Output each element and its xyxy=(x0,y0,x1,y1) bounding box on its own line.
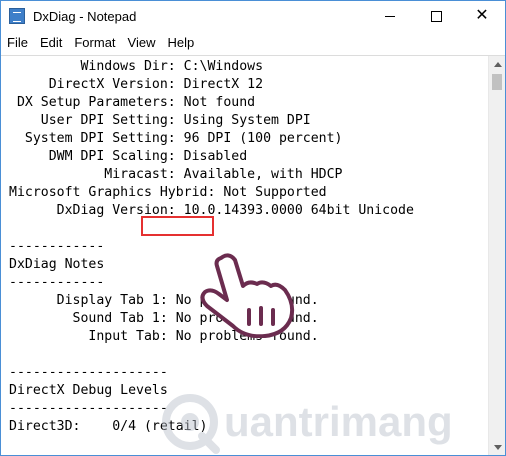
text-line: -------------------- xyxy=(9,401,168,416)
menu-view[interactable]: View xyxy=(122,35,162,50)
notepad-window: DxDiag - Notepad ✕ File Edit Format View… xyxy=(0,0,506,456)
text-line: User DPI Setting: Using System DPI xyxy=(9,113,311,128)
watermark-text: uantrimang xyxy=(224,398,453,445)
text-line: DWM DPI Scaling: Disabled xyxy=(9,149,248,164)
text-line: -------------------- xyxy=(9,365,168,380)
text-line: Windows Dir: C:\Windows xyxy=(9,59,264,74)
maximize-icon xyxy=(430,10,442,22)
text-line: Miracast: Available, with HDCP xyxy=(9,167,343,182)
menu-bar: File Edit Format View Help xyxy=(1,31,505,53)
editor: Windows Dir: C:\Windows DirectX Version:… xyxy=(1,55,505,455)
text-line: DirectX Debug Levels xyxy=(9,383,168,398)
text-line: Microsoft Graphics Hybrid: Not Supported xyxy=(9,185,327,200)
title-bar[interactable]: DxDiag - Notepad ✕ xyxy=(1,1,505,31)
scroll-down-button[interactable] xyxy=(489,439,505,455)
notepad-app-icon xyxy=(9,8,25,24)
menu-edit[interactable]: Edit xyxy=(34,35,68,50)
vertical-scrollbar[interactable] xyxy=(488,56,505,455)
text-line: DirectX Version: DirectX 12 xyxy=(9,77,264,92)
chevron-down-icon xyxy=(493,445,502,450)
close-icon: ✕ xyxy=(475,7,489,24)
text-line: DX Setup Parameters: Not found xyxy=(9,95,256,110)
minimize-button[interactable] xyxy=(367,1,413,31)
maximize-button[interactable] xyxy=(413,1,459,31)
minimize-icon xyxy=(385,15,395,17)
menu-file[interactable]: File xyxy=(1,35,34,50)
pointing-hand-icon xyxy=(200,253,295,338)
text-area[interactable]: Windows Dir: C:\Windows DirectX Version:… xyxy=(1,56,487,455)
close-button[interactable]: ✕ xyxy=(459,1,505,31)
menu-help[interactable]: Help xyxy=(161,35,200,50)
scroll-up-button[interactable] xyxy=(489,56,505,73)
text-line: DxDiag Version: 10.0.14393.0000 64bit Un… xyxy=(9,203,414,218)
window-title: DxDiag - Notepad xyxy=(33,8,137,24)
chevron-up-icon xyxy=(493,62,502,67)
text-line: ------------ xyxy=(9,239,105,254)
text-line: ------------ xyxy=(9,275,105,290)
text-line: System DPI Setting: 96 DPI (100 percent) xyxy=(9,131,343,146)
menu-format[interactable]: Format xyxy=(68,35,121,50)
text-line: DxDiag Notes xyxy=(9,257,105,272)
watermark-logo: uantrimang xyxy=(162,394,453,454)
scroll-thumb[interactable] xyxy=(492,74,502,90)
